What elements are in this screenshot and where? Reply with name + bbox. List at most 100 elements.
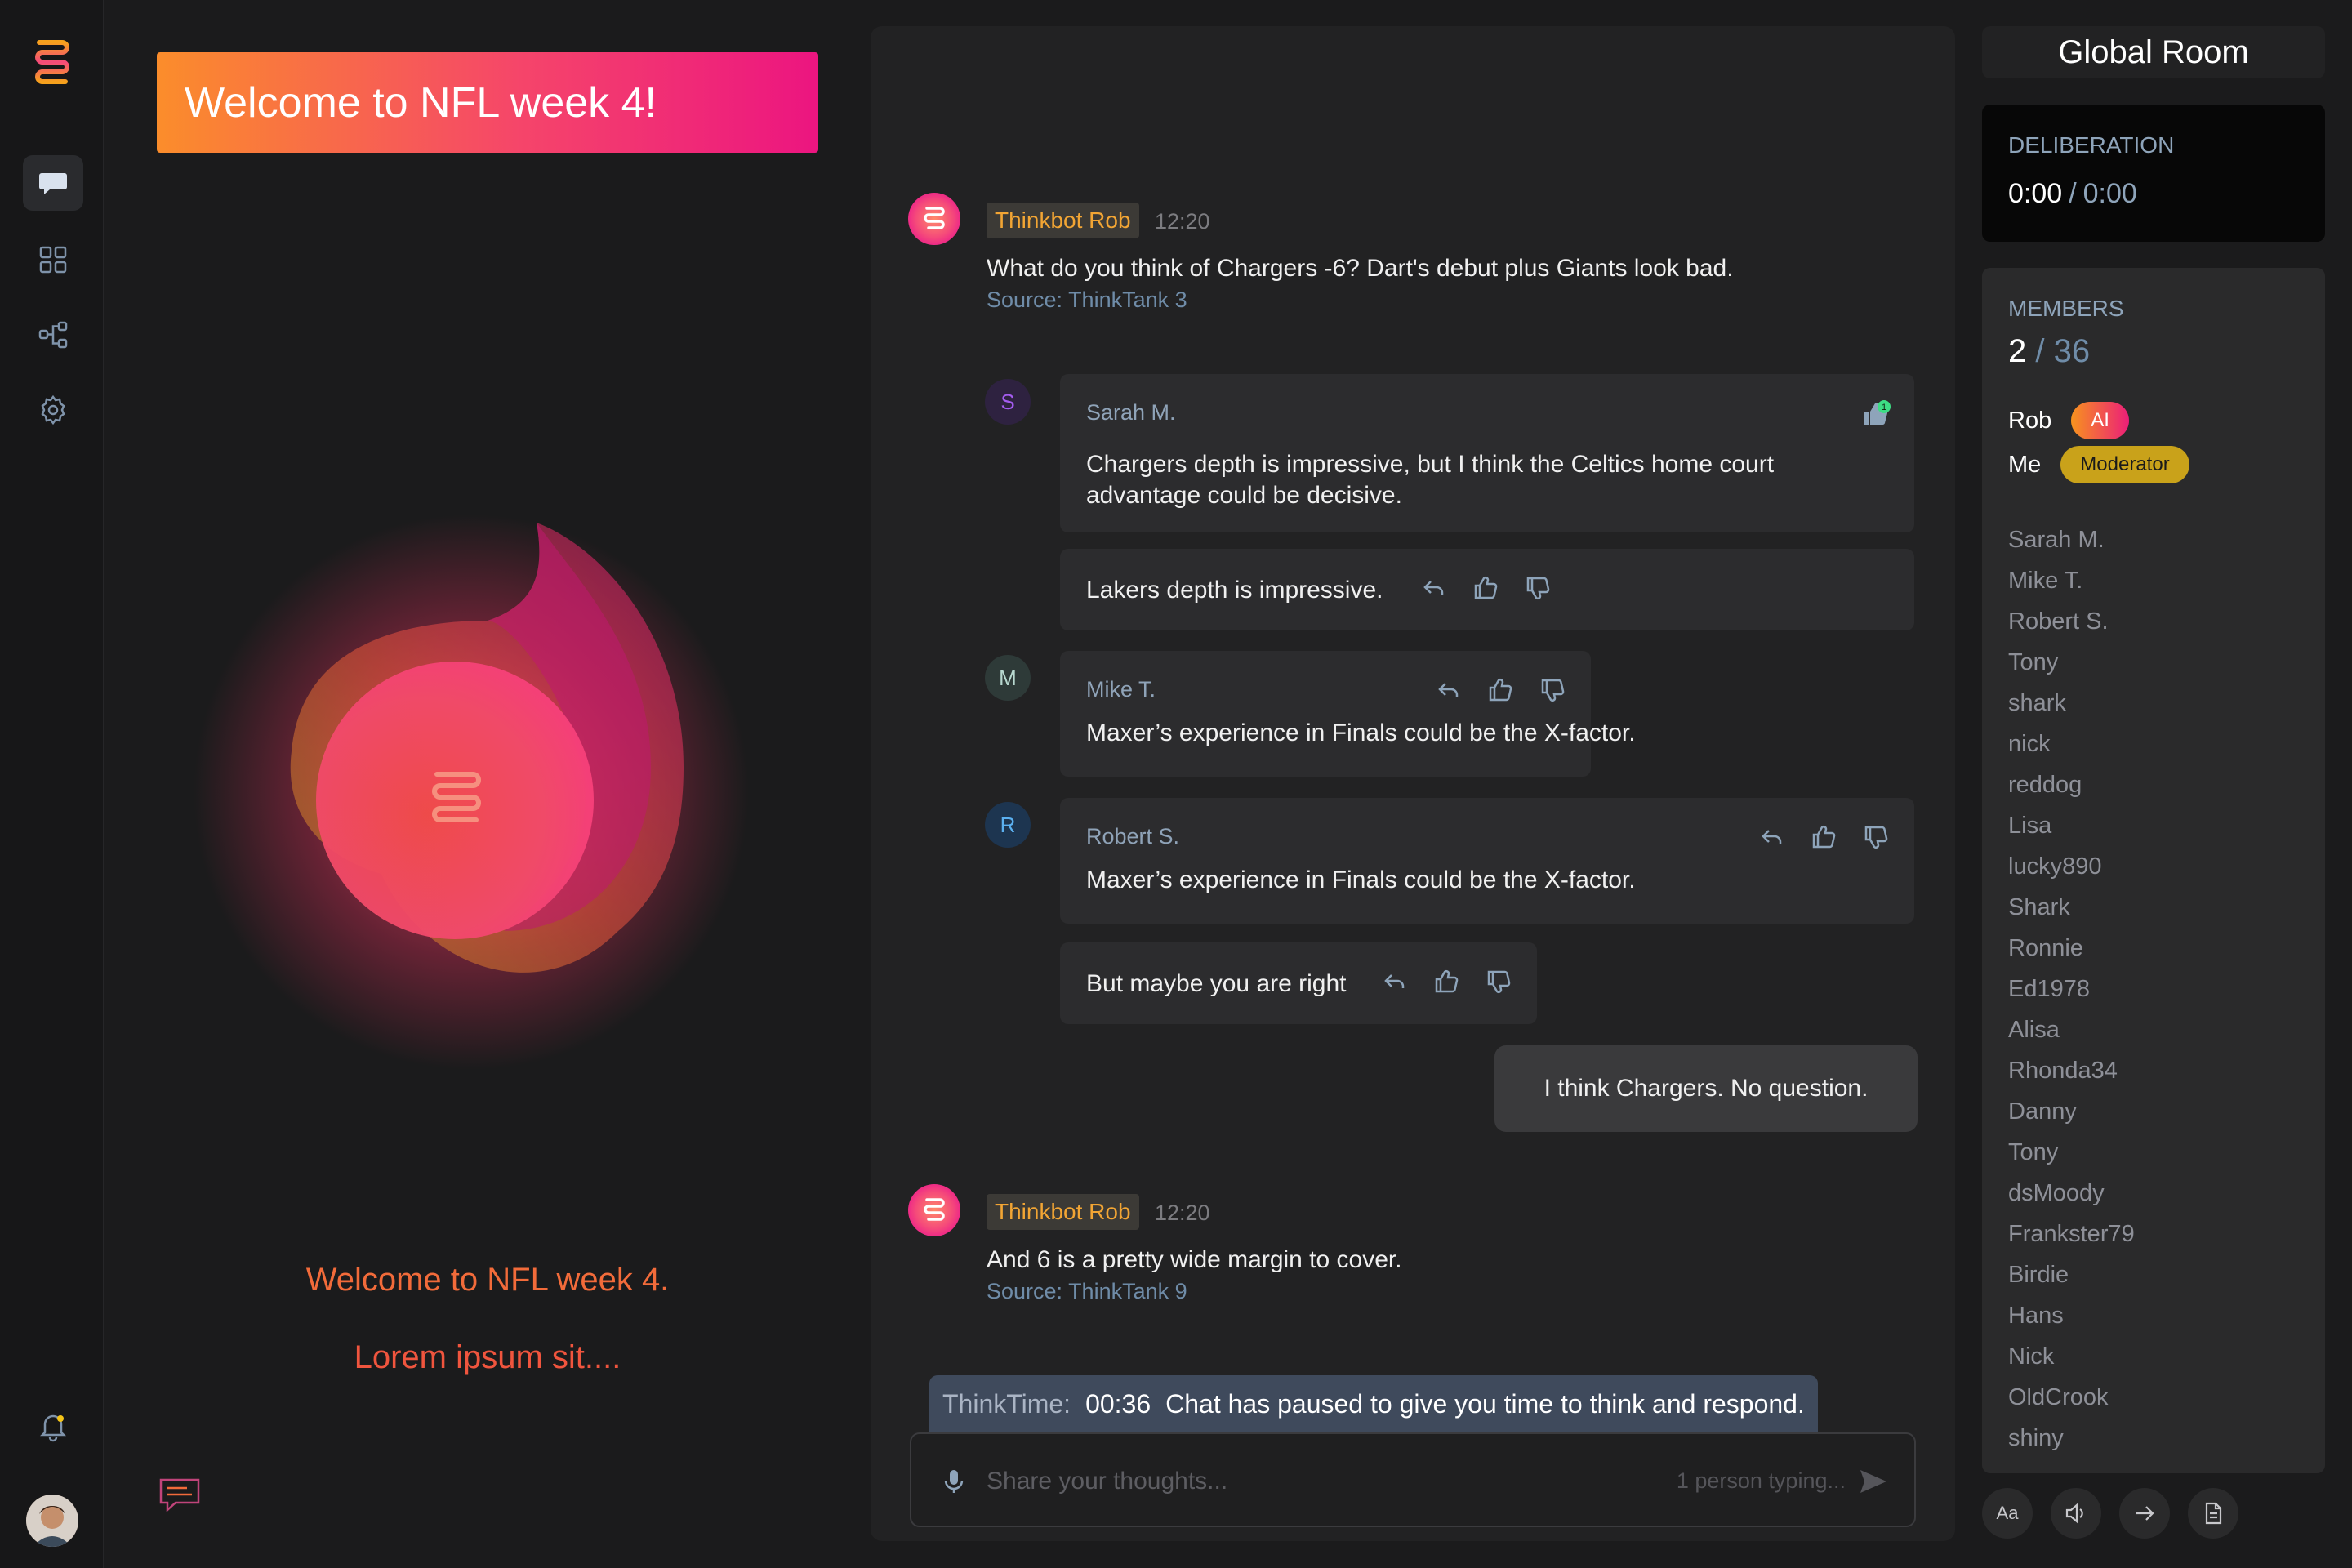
member-list-item[interactable]: Robert S. [2008, 601, 2135, 642]
members-total: / 36 [2035, 333, 2091, 369]
send-icon[interactable] [1857, 1465, 1890, 1498]
member-list-item[interactable]: Hans [2008, 1295, 2135, 1336]
my-message: I think Chargers. No question. [1494, 1045, 1918, 1132]
avatar-robert: R [985, 802, 1031, 848]
message-text: And 6 is a pretty wide margin to cover. [987, 1246, 1402, 1273]
audio-button[interactable] [2051, 1488, 2101, 1539]
comment-mike: Mike T. Maxer’s experience in Finals cou… [1060, 651, 1636, 777]
reply-icon[interactable] [1419, 573, 1449, 603]
member-list-item[interactable]: OldCrook [2008, 1377, 2135, 1418]
deliberation-timer: DELIBERATION 0:00/0:00 [1982, 105, 2325, 242]
member-name: Rob [2008, 407, 2052, 434]
welcome-line: Welcome to NFL week 4. [305, 1262, 670, 1298]
member-me[interactable]: Me Moderator [2008, 446, 2189, 483]
message-source-link[interactable]: Source: ThinkTank 9 [987, 1279, 1187, 1304]
chat-panel: Thinkbot Rob 12:20 What do you think of … [871, 26, 1955, 1541]
member-list-item[interactable]: Rhonda34 [2008, 1050, 2135, 1091]
document-icon [2205, 1502, 2222, 1525]
thumbs-up-filled-icon[interactable]: 1 [1860, 399, 1893, 428]
message-source-link[interactable]: Source: ThinkTank 3 [987, 287, 1187, 313]
forward-button[interactable] [2119, 1488, 2170, 1539]
message-time: 12:20 [1155, 1200, 1210, 1225]
grid-icon [39, 246, 67, 274]
thumbs-up-icon[interactable] [1486, 675, 1516, 705]
bot-name-tag[interactable]: Thinkbot Rob [987, 1194, 1139, 1230]
speaker-icon [2065, 1503, 2083, 1524]
app-logo[interactable] [28, 36, 77, 88]
reply-icon[interactable] [1757, 822, 1787, 852]
member-list-item[interactable]: Lisa [2008, 805, 2135, 846]
member-list-item[interactable]: Danny [2008, 1091, 2135, 1132]
welcome-panel: Welcome to NFL week 4! Welcome to NFL we… [104, 0, 871, 1568]
banner-title: Welcome to NFL week 4! [185, 78, 657, 127]
typing-indicator: 1 person typing... [1676, 1468, 1846, 1493]
elapsed-time: 0:00 [2008, 178, 2063, 209]
thinktime-banner: ThinkTime: 00:36 Chat has paused to give… [929, 1375, 1818, 1432]
thumbs-up-icon[interactable] [1810, 822, 1839, 852]
thumbs-down-icon[interactable] [1539, 675, 1568, 705]
member-list-item[interactable]: nick [2008, 724, 2135, 764]
nav-dashboard-button[interactable] [23, 232, 83, 287]
reply-icon[interactable] [1380, 967, 1410, 996]
nav-rail [0, 0, 104, 1568]
reply-bubble: But maybe you are right [1060, 942, 1537, 1024]
notifications-button[interactable] [23, 1398, 83, 1454]
comment-text: Maxer’s experience in Finals could be th… [1086, 866, 1636, 893]
thumbs-up-icon[interactable] [1472, 573, 1501, 603]
member-list-item[interactable]: Frankster79 [2008, 1214, 2135, 1254]
thumbs-up-icon[interactable] [1432, 967, 1462, 996]
member-list-item[interactable]: Tony [2008, 642, 2135, 683]
thumbs-down-icon[interactable] [1485, 967, 1514, 996]
reply-bubble: Lakers depth is impressive. [1060, 549, 1914, 630]
message-input[interactable] [987, 1457, 1607, 1506]
member-list-item[interactable]: Birdie [2008, 1254, 2135, 1295]
moderator-badge: Moderator [2060, 446, 2189, 483]
member-list-item[interactable]: Mike T. [2008, 560, 2135, 601]
room-title: Global Room [1982, 26, 2325, 78]
member-list-item[interactable]: Tony [2008, 1132, 2135, 1173]
member-name: Me [2008, 451, 2042, 478]
comment-author: Sarah M. [1086, 400, 1176, 425]
nav-network-button[interactable] [23, 307, 83, 363]
thinkbot-avatar [908, 193, 960, 245]
nav-chat-button[interactable] [23, 155, 83, 211]
members-count: 2 / 36 [2008, 333, 2090, 370]
thinktime-countdown: 00:36 [1085, 1388, 1152, 1419]
nav-settings-button[interactable] [23, 382, 83, 438]
time-separator: / [2069, 178, 2077, 209]
microphone-icon[interactable] [939, 1467, 969, 1496]
member-list-item[interactable]: Alisa [2008, 1009, 2135, 1050]
arrow-right-icon [2136, 1506, 2154, 1521]
member-list-item[interactable]: Ed1978 [2008, 969, 2135, 1009]
member-list-item[interactable]: reddog [2008, 764, 2135, 805]
member-list-item[interactable]: lucky890 [2008, 846, 2135, 887]
deliberation-label: DELIBERATION [2008, 132, 2175, 158]
reply-text: But maybe you are right [1086, 970, 1347, 997]
font-size-button[interactable]: Aa [1982, 1488, 2033, 1539]
bot-name-tag[interactable]: Thinkbot Rob [987, 203, 1139, 238]
user-avatar[interactable] [26, 1494, 78, 1547]
reaction-actions [1380, 967, 1514, 996]
member-list-item[interactable]: Shark [2008, 887, 2135, 928]
chat-toggle-icon[interactable] [158, 1477, 202, 1514]
member-list-item[interactable]: shark [2008, 683, 2135, 724]
reply-icon[interactable] [1434, 675, 1463, 705]
members-label: MEMBERS [2008, 296, 2124, 321]
document-button[interactable] [2188, 1488, 2238, 1539]
thumbs-down-icon[interactable] [1862, 822, 1891, 852]
thinkbot-logo-icon [924, 1198, 945, 1221]
comment-sarah: Sarah M. Chargers depth is impressive, b… [1060, 374, 1914, 532]
member-rob[interactable]: Rob AI [2008, 402, 2129, 439]
gear-icon [41, 394, 65, 425]
ai-badge: AI [2071, 402, 2129, 439]
member-list-item[interactable]: shiny [2008, 1418, 2135, 1459]
member-list-item[interactable]: Nick [2008, 1336, 2135, 1377]
member-list-item[interactable]: Sarah M. [2008, 519, 2135, 560]
member-list-item[interactable]: dsMoody [2008, 1173, 2135, 1214]
thumbs-down-icon[interactable] [1524, 573, 1553, 603]
member-list-item[interactable]: Ronnie [2008, 928, 2135, 969]
welcome-banner: Welcome to NFL week 4! [157, 52, 818, 153]
total-time: 0:00 [2082, 178, 2137, 209]
message-time: 12:20 [1155, 209, 1210, 234]
members-panel: MEMBERS 2 / 36 Rob AI Me Moderator Sarah… [1982, 268, 2325, 1473]
